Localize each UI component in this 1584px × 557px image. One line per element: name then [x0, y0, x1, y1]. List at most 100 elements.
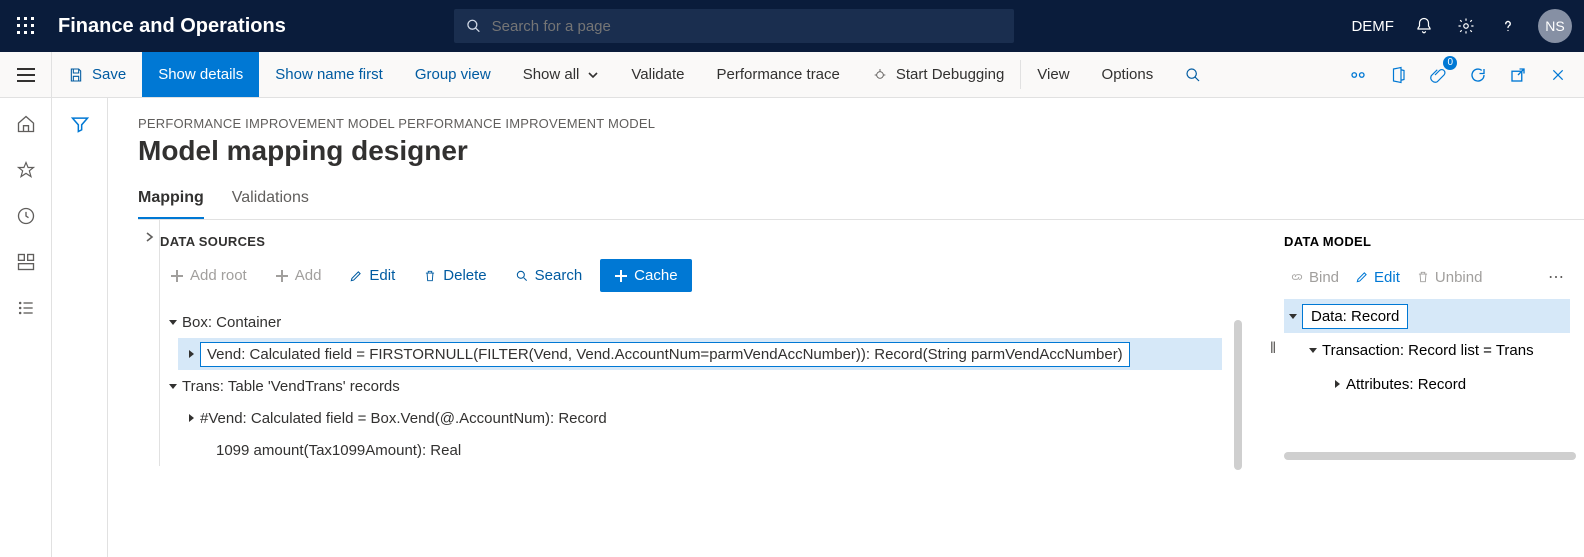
funnel-icon: [70, 114, 90, 134]
show-all-button[interactable]: Show all: [507, 52, 616, 97]
settings-button[interactable]: [1454, 14, 1478, 38]
tab-validations[interactable]: Validations: [232, 181, 309, 219]
tree-twisty[interactable]: [164, 317, 182, 327]
cache-button[interactable]: Cache: [600, 259, 691, 292]
start-debugging-button[interactable]: Start Debugging: [856, 52, 1020, 97]
question-icon: [1499, 17, 1517, 35]
chevron-right-icon: [144, 232, 154, 242]
view-menu[interactable]: View: [1021, 52, 1085, 97]
tree-label: 1099 amount(Tax1099Amount): Real: [216, 440, 461, 461]
link-icon: [1290, 270, 1304, 284]
group-view-button[interactable]: Group view: [399, 52, 507, 97]
office-icon: [1389, 66, 1407, 84]
page-tabs: Mapping Validations: [138, 181, 1584, 220]
dm-edit-button[interactable]: Edit: [1349, 265, 1406, 290]
options-menu[interactable]: Options: [1086, 52, 1170, 97]
command-search-button[interactable]: [1169, 52, 1217, 97]
unbind-label: Unbind: [1435, 269, 1483, 286]
dm-node-attributes[interactable]: Attributes: Record: [1284, 367, 1570, 401]
dm-label: Data: Record: [1302, 304, 1408, 329]
bind-button[interactable]: Bind: [1284, 265, 1345, 290]
add-root-button[interactable]: Add root: [160, 261, 257, 290]
workspaces-nav[interactable]: [16, 252, 36, 272]
hamburger-icon: [17, 68, 35, 82]
pencil-icon: [1355, 270, 1369, 284]
star-icon: [16, 160, 36, 180]
app-launcher-button[interactable]: [0, 17, 52, 35]
pane-splitter[interactable]: ‖: [1262, 220, 1284, 466]
top-navbar: Finance and Operations DEMF NS: [0, 0, 1584, 52]
user-avatar[interactable]: NS: [1538, 9, 1572, 43]
search-icon: [1185, 67, 1201, 83]
company-selector[interactable]: DEMF: [1351, 18, 1394, 35]
add-label: Add: [295, 267, 322, 284]
clock-icon: [16, 206, 36, 226]
start-debug-label: Start Debugging: [896, 66, 1004, 83]
dm-more-button[interactable]: ⋯: [1542, 263, 1570, 291]
tree-node-tax[interactable]: 1099 amount(Tax1099Amount): Real: [194, 434, 1222, 466]
tree-label: #Vend: Calculated field = Box.Vend(@.Acc…: [200, 408, 607, 429]
tree-node-hash-vend[interactable]: #Vend: Calculated field = Box.Vend(@.Acc…: [178, 402, 1222, 434]
office-button[interactable]: [1380, 57, 1416, 93]
add-button[interactable]: Add: [265, 261, 332, 290]
help-button[interactable]: [1496, 14, 1520, 38]
trash-icon: [1416, 270, 1430, 284]
data-model-header: DATA MODEL: [1284, 234, 1570, 249]
tree-node-box[interactable]: Box: Container: [160, 306, 1222, 338]
modules-nav[interactable]: [16, 298, 36, 318]
recent-nav[interactable]: [16, 206, 36, 226]
tree-node-vend[interactable]: Vend: Calculated field = FIRSTORNULL(FIL…: [178, 338, 1222, 370]
dm-node-data[interactable]: Data: Record: [1284, 299, 1570, 333]
show-name-first-button[interactable]: Show name first: [259, 52, 399, 97]
tab-mapping[interactable]: Mapping: [138, 181, 204, 219]
show-details-button[interactable]: Show details: [142, 52, 259, 97]
save-button[interactable]: Save: [52, 52, 142, 97]
horizontal-scrollbar[interactable]: [1284, 452, 1576, 460]
dm-label: Transaction: Record list = Trans: [1322, 342, 1534, 359]
show-name-first-label: Show name first: [275, 66, 383, 83]
tree-twisty[interactable]: [182, 349, 200, 359]
global-search[interactable]: [454, 9, 1014, 43]
search-icon: [466, 18, 481, 34]
ds-types-expander[interactable]: [138, 220, 160, 466]
left-nav-rail: [0, 98, 52, 557]
attachments-badge: 0: [1443, 56, 1457, 70]
show-details-label: Show details: [158, 66, 243, 83]
tree-twisty[interactable]: [182, 413, 200, 423]
vertical-scrollbar[interactable]: [1234, 320, 1242, 470]
tree-label: Box: Container: [182, 312, 281, 333]
page-content: PERFORMANCE IMPROVEMENT MODEL PERFORMANC…: [108, 98, 1584, 557]
tree-twisty[interactable]: [1328, 379, 1346, 389]
tree-twisty[interactable]: [1284, 311, 1302, 321]
bind-label: Bind: [1309, 269, 1339, 286]
filter-button[interactable]: [70, 114, 90, 557]
delete-button[interactable]: Delete: [413, 261, 496, 290]
nav-toggle-button[interactable]: [0, 52, 52, 97]
refresh-button[interactable]: [1460, 57, 1496, 93]
connect-button[interactable]: [1340, 57, 1376, 93]
attachments-button[interactable]: 0: [1420, 57, 1456, 93]
unbind-button[interactable]: Unbind: [1410, 265, 1489, 290]
dm-node-transaction[interactable]: Transaction: Record list = Trans: [1284, 333, 1570, 367]
global-search-input[interactable]: [492, 18, 1003, 35]
close-button[interactable]: [1540, 57, 1576, 93]
edit-button[interactable]: Edit: [339, 261, 405, 290]
add-root-label: Add root: [190, 267, 247, 284]
tree-node-trans[interactable]: Trans: Table 'VendTrans' records: [160, 370, 1222, 402]
tree-twisty[interactable]: [164, 381, 182, 391]
triangle-right-icon: [1332, 379, 1342, 389]
search-button[interactable]: Search: [505, 261, 593, 290]
data-sources-tree: Box: Container Vend: Calculated field = …: [160, 306, 1262, 466]
pencil-icon: [349, 269, 363, 283]
popout-icon: [1509, 66, 1527, 84]
validate-button[interactable]: Validate: [615, 52, 700, 97]
notifications-button[interactable]: [1412, 14, 1436, 38]
data-sources-header: DATA SOURCES: [160, 234, 1262, 249]
home-nav[interactable]: [16, 114, 36, 134]
popout-button[interactable]: [1500, 57, 1536, 93]
tree-twisty[interactable]: [1304, 345, 1322, 355]
command-bar: Save Show details Show name first Group …: [0, 52, 1584, 98]
data-model-pane: DATA MODEL Bind Edit Unbind ⋯: [1284, 220, 1584, 466]
performance-trace-button[interactable]: Performance trace: [700, 52, 855, 97]
favorites-nav[interactable]: [16, 160, 36, 180]
